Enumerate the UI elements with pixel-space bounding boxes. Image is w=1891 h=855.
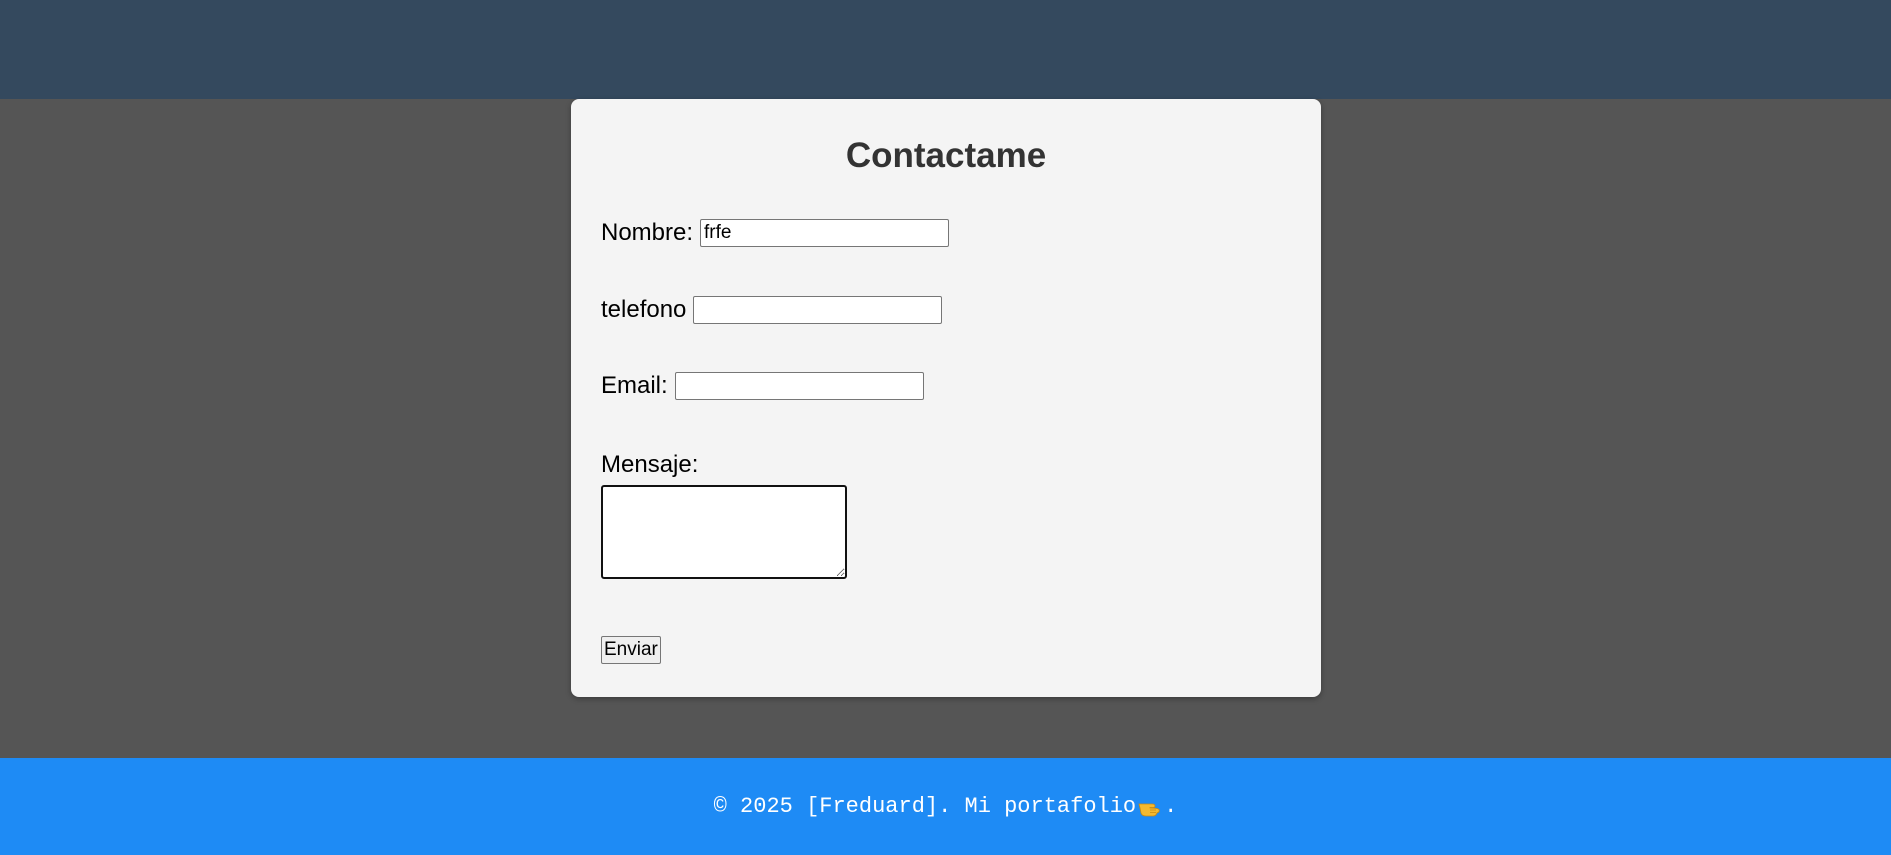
enviar-button[interactable]: Enviar xyxy=(601,636,661,664)
email-input[interactable] xyxy=(674,372,924,400)
nombre-input[interactable] xyxy=(700,219,950,247)
telefono-label: telefono xyxy=(601,296,687,323)
mensaje-label: Mensaje: xyxy=(601,451,699,478)
nombre-label: Nombre: xyxy=(601,219,694,246)
form-title: Contactame xyxy=(845,136,1047,175)
footer-period: . xyxy=(1164,794,1178,819)
nombre-row: Nombre: xyxy=(601,218,950,248)
telefono-row: telefono xyxy=(601,295,943,325)
contact-form-card: Contactame Nombre: telefono Email: Mensa… xyxy=(571,99,1321,697)
footer-text: © 2025 [Freduard]. Mi portafolio . xyxy=(714,794,1178,819)
email-label: Email: xyxy=(601,372,668,399)
email-row: Email: xyxy=(601,371,924,401)
pointing-hand-icon xyxy=(1137,796,1163,818)
top-header-bar xyxy=(0,0,1891,99)
footer-bar: © 2025 [Freduard]. Mi portafolio . xyxy=(0,758,1891,855)
mensaje-textarea[interactable] xyxy=(601,485,847,579)
footer-copyright: © 2025 [Freduard]. Mi portafolio xyxy=(713,794,1137,819)
telefono-input[interactable] xyxy=(693,296,943,324)
